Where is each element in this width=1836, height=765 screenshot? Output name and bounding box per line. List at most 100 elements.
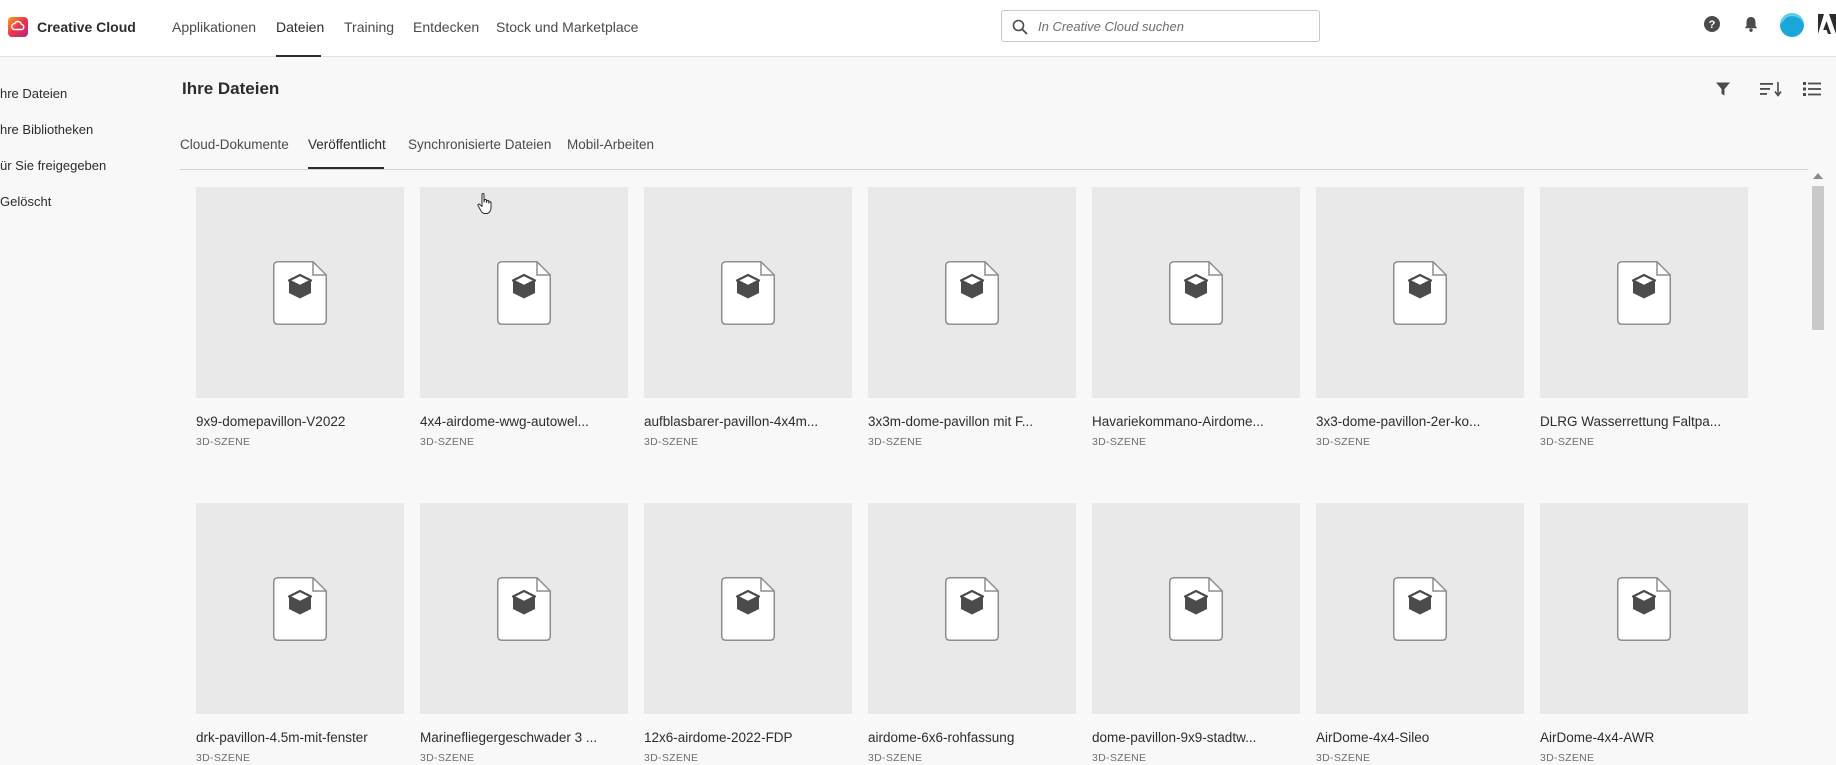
3d-file-icon xyxy=(721,577,775,641)
file-name[interactable]: 3x3m-dome-pavillon mit F... xyxy=(868,413,1076,431)
svg-text:?: ? xyxy=(1709,19,1716,31)
file-thumbnail[interactable] xyxy=(1540,503,1748,714)
file-thumbnail[interactable] xyxy=(196,503,404,714)
app-name[interactable]: Creative Cloud xyxy=(37,17,136,37)
file-thumbnail[interactable] xyxy=(420,187,628,398)
file-card[interactable]: aufblasbarer-pavillon-4x4m... 3D-SZENE xyxy=(644,187,852,448)
nav-active-indicator xyxy=(276,55,321,57)
file-name[interactable]: AirDome-4x4-Sileo xyxy=(1316,729,1524,747)
avatar[interactable] xyxy=(1780,13,1804,37)
file-name[interactable]: dome-pavillon-9x9-stadtw... xyxy=(1092,729,1300,747)
file-thumbnail[interactable] xyxy=(1092,503,1300,714)
file-name[interactable]: aufblasbarer-pavillon-4x4m... xyxy=(644,413,852,431)
file-card[interactable]: 3x3m-dome-pavillon mit F... 3D-SZENE xyxy=(868,187,1076,448)
file-type: 3D-SZENE xyxy=(1092,752,1147,764)
file-thumbnail[interactable] xyxy=(1092,187,1300,398)
file-card[interactable]: DLRG Wasserrettung Faltpa... 3D-SZENE xyxy=(1540,187,1748,448)
nav-item-stock-marketplace[interactable]: Stock und Marketplace xyxy=(496,17,638,37)
file-name[interactable]: 4x4-airdome-wwg-autowel... xyxy=(420,413,628,431)
file-type: 3D-SZENE xyxy=(868,436,923,448)
file-name[interactable]: airdome-6x6-rohfassung xyxy=(868,729,1076,747)
file-type: 3D-SZENE xyxy=(1316,752,1371,764)
3d-file-icon xyxy=(945,261,999,325)
file-thumbnail[interactable] xyxy=(1540,187,1748,398)
search-icon xyxy=(1012,19,1028,35)
nav-item-applikationen[interactable]: Applikationen xyxy=(172,17,256,37)
file-thumbnail[interactable] xyxy=(196,187,404,398)
3d-file-icon xyxy=(721,261,775,325)
3d-file-icon xyxy=(497,261,551,325)
creative-cloud-logo-icon[interactable] xyxy=(8,17,28,37)
file-type: 3D-SZENE xyxy=(420,436,475,448)
tab-synchronisierte-dateien[interactable]: Synchronisierte Dateien xyxy=(408,136,551,154)
file-thumbnail[interactable] xyxy=(868,187,1076,398)
help-icon[interactable]: ? xyxy=(1703,15,1721,33)
file-name[interactable]: drk-pavillon-4.5m-mit-fenster xyxy=(196,729,404,747)
file-name[interactable]: Marinefliegergeschwader 3 ... xyxy=(420,729,628,747)
file-type: 3D-SZENE xyxy=(196,436,251,448)
file-card[interactable]: 4x4-airdome-wwg-autowel... 3D-SZENE xyxy=(420,187,628,448)
file-card[interactable]: 9x9-domepavillon-V2022 3D-SZENE xyxy=(196,187,404,448)
file-name[interactable]: AirDome-4x4-AWR xyxy=(1540,729,1748,747)
file-card[interactable]: Marinefliegergeschwader 3 ... 3D-SZENE xyxy=(420,503,628,764)
file-thumbnail[interactable] xyxy=(644,187,852,398)
sidebar-item-ihre-dateien[interactable]: hre Dateien xyxy=(0,85,67,103)
sidebar-item-ihre-bibliotheken[interactable]: hre Bibliotheken xyxy=(0,121,93,139)
3d-file-icon xyxy=(273,261,327,325)
file-card[interactable]: AirDome-4x4-Sileo 3D-SZENE xyxy=(1316,503,1524,764)
tab-cloud-dokumente[interactable]: Cloud-Dokumente xyxy=(180,136,289,154)
3d-file-icon xyxy=(1169,261,1223,325)
file-type: 3D-SZENE xyxy=(868,752,923,764)
file-type: 3D-SZENE xyxy=(1540,436,1595,448)
file-name[interactable]: 9x9-domepavillon-V2022 xyxy=(196,413,404,431)
file-type: 3D-SZENE xyxy=(196,752,251,764)
file-type: 3D-SZENE xyxy=(420,752,475,764)
tab-mobil-arbeiten[interactable]: Mobil-Arbeiten xyxy=(567,136,654,154)
file-type: 3D-SZENE xyxy=(1540,752,1595,764)
scrollbar-thumb[interactable] xyxy=(1812,186,1824,330)
nav-item-entdecken[interactable]: Entdecken xyxy=(413,17,479,37)
file-name[interactable]: 3x3-dome-pavillon-2er-ko... xyxy=(1316,413,1524,431)
file-card[interactable]: 3x3-dome-pavillon-2er-ko... 3D-SZENE xyxy=(1316,187,1524,448)
hand-cursor-icon xyxy=(477,193,492,214)
file-name[interactable]: Havariekommano-Airdome... xyxy=(1092,413,1300,431)
tab-veroeffentlicht[interactable]: Veröffentlicht xyxy=(308,136,386,154)
nav-item-training[interactable]: Training xyxy=(344,17,394,37)
file-type: 3D-SZENE xyxy=(644,436,699,448)
file-type: 3D-SZENE xyxy=(1316,436,1371,448)
3d-file-icon xyxy=(1393,261,1447,325)
file-thumbnail[interactable] xyxy=(420,503,628,714)
file-name[interactable]: 12x6-airdome-2022-FDP xyxy=(644,729,852,747)
sort-icon[interactable] xyxy=(1760,81,1782,97)
scroll-up-arrow-icon[interactable] xyxy=(1813,173,1823,179)
search-box[interactable] xyxy=(1001,10,1320,42)
bell-icon[interactable] xyxy=(1742,15,1760,33)
sidebar-item-fuer-sie-freigegeben[interactable]: ür Sie freigegeben xyxy=(0,157,106,175)
file-card[interactable]: Havariekommano-Airdome... 3D-SZENE xyxy=(1092,187,1300,448)
file-thumbnail[interactable] xyxy=(644,503,852,714)
3d-file-icon xyxy=(945,577,999,641)
top-bar: Creative Cloud Applikationen Dateien Tra… xyxy=(0,0,1836,57)
3d-file-icon xyxy=(1617,261,1671,325)
3d-file-icon xyxy=(1169,577,1223,641)
file-name[interactable]: DLRG Wasserrettung Faltpa... xyxy=(1540,413,1748,431)
3d-file-icon xyxy=(1617,577,1671,641)
list-view-icon[interactable] xyxy=(1803,81,1821,97)
adobe-logo-icon[interactable] xyxy=(1818,14,1836,34)
file-card[interactable]: drk-pavillon-4.5m-mit-fenster 3D-SZENE xyxy=(196,503,404,764)
file-thumbnail[interactable] xyxy=(1316,503,1524,714)
sidebar-item-geloescht[interactable]: Gelöscht xyxy=(0,193,51,211)
3d-file-icon xyxy=(273,577,327,641)
file-card[interactable]: 12x6-airdome-2022-FDP 3D-SZENE xyxy=(644,503,852,764)
file-thumbnail[interactable] xyxy=(868,503,1076,714)
tabs-divider xyxy=(180,169,1808,170)
file-card[interactable]: AirDome-4x4-AWR 3D-SZENE xyxy=(1540,503,1748,764)
filter-icon[interactable] xyxy=(1715,81,1731,97)
file-thumbnail[interactable] xyxy=(1316,187,1524,398)
nav-item-dateien[interactable]: Dateien xyxy=(276,17,324,37)
file-card[interactable]: airdome-6x6-rohfassung 3D-SZENE xyxy=(868,503,1076,764)
search-input[interactable] xyxy=(1038,11,1310,41)
file-card[interactable]: dome-pavillon-9x9-stadtw... 3D-SZENE xyxy=(1092,503,1300,764)
file-type: 3D-SZENE xyxy=(1092,436,1147,448)
file-type: 3D-SZENE xyxy=(644,752,699,764)
